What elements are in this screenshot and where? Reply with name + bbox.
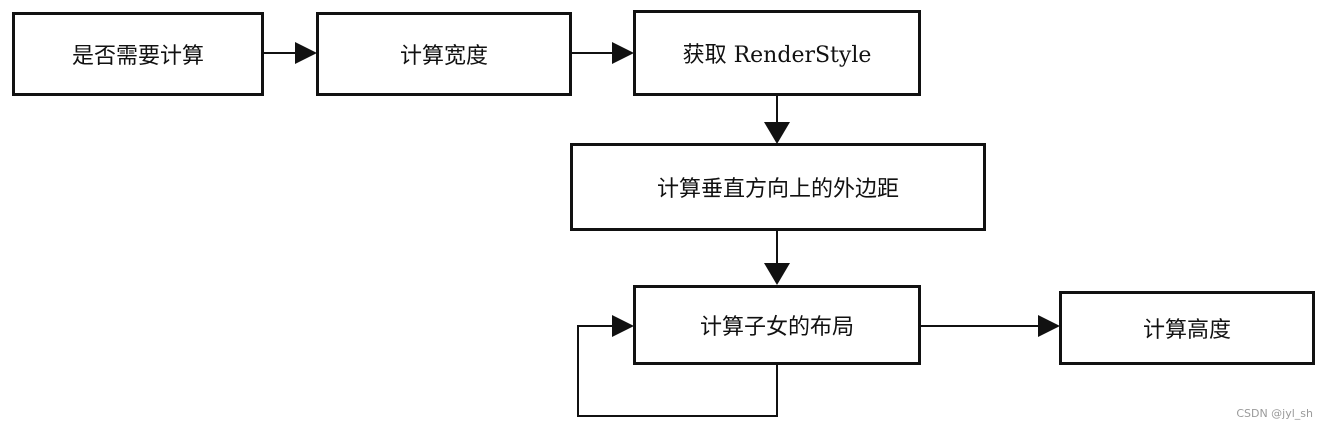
arrowhead-1-2	[295, 42, 317, 64]
step-compute-width-label: 计算宽度	[399, 44, 488, 69]
step-need-compute: 是否需要计算	[12, 12, 264, 96]
arrowhead-loop	[612, 315, 634, 337]
step-need-compute-label: 是否需要计算	[71, 44, 204, 69]
step-vertical-margins: 计算垂直方向上的外边距	[570, 143, 986, 231]
step-get-renderstyle: 获取 RenderStyle	[633, 10, 921, 96]
arrowhead-2-3	[612, 42, 634, 64]
step-children-layout: 计算子女的布局	[633, 285, 921, 365]
step-get-renderstyle-label: 获取 RenderStyle	[682, 43, 872, 68]
arrowhead-4-5	[764, 263, 790, 285]
arrowhead-3-4	[764, 122, 790, 144]
step-children-layout-label: 计算子女的布局	[699, 315, 854, 340]
step-vertical-margins-label: 计算垂直方向上的外边距	[656, 177, 899, 202]
watermark: CSDN @jyl_sh	[1236, 407, 1313, 420]
step-compute-height: 计算高度	[1059, 291, 1315, 365]
step-compute-height-label: 计算高度	[1142, 318, 1231, 343]
arrowhead-5-6	[1038, 315, 1060, 337]
step-compute-width: 计算宽度	[316, 12, 572, 96]
